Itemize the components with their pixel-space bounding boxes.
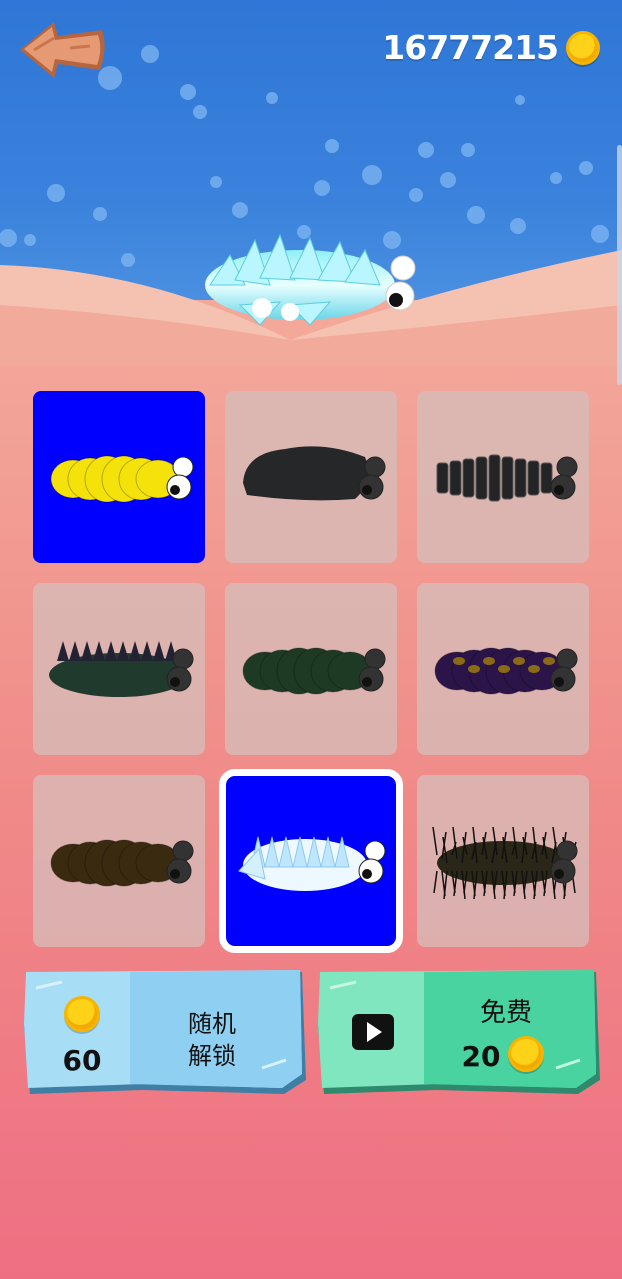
random-label: 随机 [188,1010,236,1038]
skin-tile-brown[interactable] [33,775,205,947]
skin-tile-green-smooth[interactable] [225,583,397,755]
worm-skin-yellow-icon [50,455,194,503]
bubble [232,202,248,218]
worm-skin-crystal-icon [238,836,386,891]
worm-skin-brown-icon [50,839,194,887]
free-label: 免费 [479,998,532,1028]
worm-skin-hairy-icon [432,826,578,900]
bubble [510,218,526,234]
bubble [210,176,222,188]
worm-skin-green-smooth-icon [242,647,386,695]
bubble [314,180,330,196]
bubble [93,207,107,221]
bubble [515,95,525,105]
scrollbar[interactable] [617,145,622,385]
back-arrow-icon[interactable] [14,18,108,82]
coin-balance: 16777215 [382,28,600,67]
worm-skin-black-rock-icon [243,446,386,501]
bubble [461,143,475,157]
bubble [47,184,65,202]
coin-count: 16777215 [382,28,559,67]
skin-tile-green-spiky[interactable] [33,583,205,755]
bubble [467,206,485,224]
free-coins-button[interactable]: 免费 20 [316,968,602,1096]
random-unlock-button[interactable]: 60 随机 解锁 [22,968,308,1096]
skin-tile-crystal[interactable] [219,769,403,953]
bubble [550,172,562,184]
unlock-price: 60 [62,1044,102,1077]
worm-skin-green-spiky-icon [49,641,194,697]
bubble [180,84,196,100]
skin-grid [33,391,590,953]
bubble [141,45,159,63]
play-video-icon [352,1014,394,1050]
bubble [266,92,278,104]
bubble [362,165,382,185]
preview-worm-crystal [205,233,416,326]
coin-icon [64,996,100,1032]
skin-tile-black-rock[interactable] [225,391,397,563]
skin-tile-purple-gold[interactable] [417,583,589,755]
bubble [418,142,434,158]
unlock-label: 解锁 [188,1042,236,1070]
bubble [579,161,593,175]
skin-tile-hairy[interactable] [417,775,589,947]
coin-icon [566,30,600,65]
worm-skin-purple-gold-icon [434,647,578,695]
bubble [440,172,456,188]
worm-skin-black-plates-icon [436,454,578,502]
skin-tile-black-plates[interactable] [417,391,589,563]
coin-icon [508,1036,544,1072]
free-reward: 20 [461,1040,501,1073]
bubble [591,225,609,243]
bubble [409,188,423,202]
bubble [193,105,207,119]
skin-tile-yellow[interactable] [33,391,205,563]
bubble [325,139,339,153]
